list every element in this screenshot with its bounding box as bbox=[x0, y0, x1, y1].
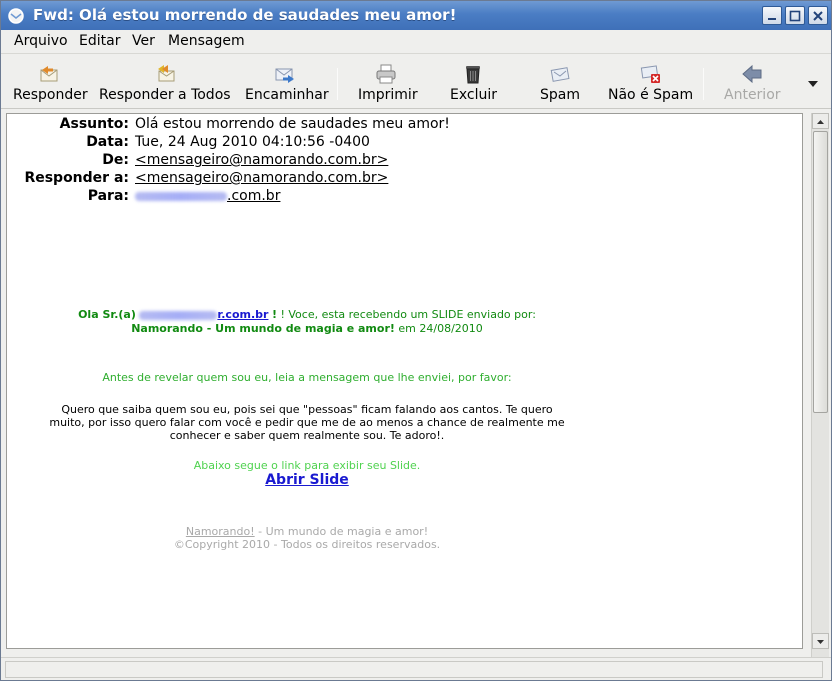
toolbar: Responder Responder a Todos Encaminhar I… bbox=[1, 55, 831, 109]
minimize-icon bbox=[768, 18, 776, 20]
forward-icon bbox=[275, 68, 294, 83]
redacted-email bbox=[139, 310, 218, 320]
print-button[interactable]: Imprimir bbox=[351, 55, 421, 109]
title-bar: Fwd: Olá estou morrendo de saudades meu … bbox=[1, 1, 831, 30]
email-window: Fwd: Olá estou morrendo de saudades meu … bbox=[0, 0, 832, 681]
forward-button[interactable]: Encaminhar bbox=[244, 55, 329, 109]
header-date: Data: Tue, 24 Aug 2010 04:10:56 -0400 bbox=[7, 134, 607, 152]
footer-tagline: - Um mundo de magia e amor! bbox=[254, 525, 429, 538]
greeting-line: Ola Sr.(a) r.com.br ! ! Voce, esta receb… bbox=[7, 308, 607, 321]
toolbar-overflow-arrow-icon[interactable] bbox=[807, 79, 819, 89]
sender-line: Namorando - Um mundo de magia e amor! em… bbox=[7, 322, 607, 335]
arrow-left-icon bbox=[742, 64, 762, 84]
status-bar bbox=[1, 657, 831, 680]
date-value: Tue, 24 Aug 2010 04:10:56 -0400 bbox=[135, 134, 370, 150]
print-label: Imprimir bbox=[358, 87, 418, 103]
to-link[interactable]: .com.br bbox=[135, 188, 280, 204]
header-subject: Assunto: Olá estou morrendo de saudades … bbox=[7, 116, 607, 134]
message-line-1: Quero que saiba quem sou eu, pois sei qu… bbox=[61, 403, 553, 416]
not-spam-label: Não é Spam bbox=[608, 87, 694, 103]
spam-button[interactable]: Spam bbox=[527, 55, 593, 109]
subject-label: Assunto: bbox=[59, 116, 129, 132]
from-label: De: bbox=[102, 152, 129, 168]
open-slide-line: Abrir Slide bbox=[7, 472, 607, 488]
scroll-thumb[interactable] bbox=[813, 131, 828, 413]
close-icon bbox=[813, 11, 823, 21]
forward-label: Encaminhar bbox=[245, 87, 329, 103]
header-to: Para: .com.br bbox=[7, 188, 607, 206]
chevron-up-icon bbox=[817, 120, 824, 124]
delete-button[interactable]: Excluir bbox=[441, 55, 505, 109]
open-slide-link[interactable]: Abrir Slide bbox=[265, 472, 349, 488]
vertical-scrollbar[interactable] bbox=[811, 113, 829, 659]
minimize-button[interactable] bbox=[762, 6, 782, 25]
redacted-email bbox=[135, 191, 227, 201]
menu-bar: Arquivo Editar Ver Mensagem bbox=[1, 30, 831, 54]
previous-button[interactable]: Anterior bbox=[717, 55, 787, 109]
intro-text: Antes de revelar quem sou eu, leia a men… bbox=[102, 371, 512, 384]
header-from: De: <mensageiro@namorando.com.br> bbox=[7, 152, 607, 170]
greeting-suffix: ! ! Voce, esta recebendo um SLIDE enviad… bbox=[271, 308, 536, 321]
spam-icon bbox=[550, 67, 570, 82]
menu-editar[interactable]: Editar bbox=[79, 33, 120, 49]
reply-label: Responder bbox=[13, 87, 88, 103]
greeting-prefix: Ola Sr.(a) bbox=[78, 308, 136, 321]
date-label: Data: bbox=[86, 134, 129, 150]
previous-label: Anterior bbox=[724, 87, 781, 103]
menu-mensagem[interactable]: Mensagem bbox=[168, 33, 245, 49]
header-reply-to: Responder a: <mensageiro@namorando.com.b… bbox=[7, 170, 607, 188]
chevron-down-icon bbox=[817, 640, 824, 644]
menu-ver[interactable]: Ver bbox=[132, 33, 155, 49]
message-view: Assunto: Olá estou morrendo de saudades … bbox=[6, 113, 803, 649]
window-title: Fwd: Olá estou morrendo de saudades meu … bbox=[33, 6, 457, 24]
maximize-icon bbox=[789, 10, 801, 22]
message-line-2: muito, por isso quero falar com você e p… bbox=[49, 416, 565, 429]
scroll-up-button[interactable] bbox=[812, 113, 829, 129]
reply-all-icon bbox=[158, 65, 175, 82]
message-line-3: conhecer e saber quem realmente sou. Te … bbox=[169, 429, 445, 442]
mail-app-icon bbox=[8, 8, 24, 24]
scroll-down-button[interactable] bbox=[812, 633, 829, 649]
copyright-text: ©Copyright 2010 - Todos os direitos rese… bbox=[173, 538, 441, 551]
reply-icon bbox=[40, 66, 58, 82]
recipient-email-link[interactable]: r.com.br bbox=[139, 308, 268, 321]
not-spam-icon bbox=[640, 65, 660, 83]
from-link[interactable]: <mensageiro@namorando.com.br> bbox=[135, 152, 388, 168]
menu-arquivo[interactable]: Arquivo bbox=[14, 33, 68, 49]
spam-label: Spam bbox=[540, 87, 580, 103]
link-hint: Abaixo segue o link para exibir seu Slid… bbox=[193, 459, 421, 472]
status-field bbox=[5, 661, 823, 678]
maximize-button[interactable] bbox=[785, 6, 805, 25]
reply-button[interactable]: Responder bbox=[7, 55, 91, 109]
footer-brand-link[interactable]: Namorando! bbox=[186, 525, 255, 538]
trash-icon bbox=[466, 66, 480, 84]
close-button[interactable] bbox=[808, 6, 828, 25]
sender-date: em 24/08/2010 bbox=[398, 322, 483, 335]
not-spam-button[interactable]: Não é Spam bbox=[605, 55, 697, 109]
delete-label: Excluir bbox=[450, 87, 497, 103]
footer-line: Namorando! - Um mundo de magia e amor! bbox=[7, 525, 607, 538]
reply-to-label: Responder a: bbox=[24, 170, 129, 186]
reply-to-link[interactable]: <mensageiro@namorando.com.br> bbox=[135, 170, 388, 186]
sender-name: Namorando - Um mundo de magia e amor! bbox=[131, 322, 395, 335]
toolbar-separator bbox=[703, 68, 704, 100]
reply-all-label: Responder a Todos bbox=[99, 87, 231, 103]
subject-value: Olá estou morrendo de saudades meu amor! bbox=[135, 116, 450, 132]
toolbar-separator bbox=[337, 68, 338, 100]
reply-all-button[interactable]: Responder a Todos bbox=[97, 55, 237, 109]
to-label: Para: bbox=[87, 188, 129, 204]
printer-icon bbox=[376, 64, 396, 84]
